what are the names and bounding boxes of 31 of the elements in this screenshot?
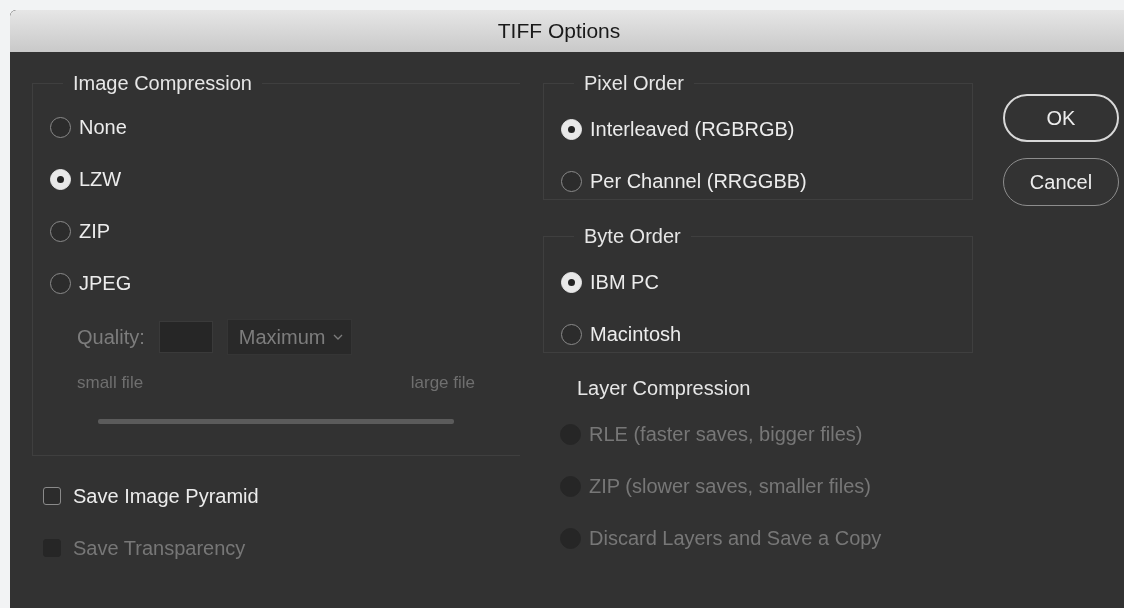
option-label: Discard Layers and Save a Copy bbox=[589, 526, 882, 550]
default-button[interactable]: OK bbox=[1003, 94, 1119, 142]
window-title: TIFF Options bbox=[497, 19, 621, 43]
group-title: Byte Order bbox=[583, 225, 682, 248]
radio-button[interactable] bbox=[561, 170, 582, 192]
group-title: Pixel Order bbox=[583, 72, 686, 95]
option-label: RLE (faster saves, bigger files) bbox=[589, 422, 863, 446]
option-label: ZIP bbox=[79, 219, 111, 243]
option-label: None bbox=[79, 115, 127, 139]
option-label: ZIP (slower saves, smaller files) bbox=[589, 474, 871, 498]
slider-min-label: small file bbox=[77, 373, 144, 393]
checkbox-label: Save Image Pyramid bbox=[73, 484, 259, 508]
option-label: LZW bbox=[79, 167, 122, 191]
option-label: JPEG bbox=[79, 271, 132, 295]
radio-button[interactable] bbox=[50, 116, 71, 138]
option-label: Interleaved (RGBRGB) bbox=[590, 117, 795, 141]
radio-button[interactable] bbox=[561, 323, 582, 345]
option-label: Per Channel (RRGGBB) bbox=[590, 169, 807, 193]
section-title: Layer Compression bbox=[577, 377, 751, 400]
slider-track[interactable] bbox=[98, 419, 454, 424]
quality-label: Quality: bbox=[77, 325, 145, 349]
group-title: Image Compression bbox=[72, 72, 253, 95]
option-label: IBM PC bbox=[590, 270, 659, 294]
caret-icon bbox=[333, 334, 344, 340]
dialog-button[interactable]: Cancel bbox=[1003, 158, 1119, 206]
slider-max-label: large file bbox=[410, 373, 475, 393]
option-label: Macintosh bbox=[590, 322, 682, 346]
radio-button[interactable] bbox=[50, 272, 71, 294]
checkbox[interactable] bbox=[43, 487, 61, 505]
radio-button[interactable] bbox=[50, 220, 71, 242]
checkbox-label: Save Transparency bbox=[73, 536, 246, 560]
